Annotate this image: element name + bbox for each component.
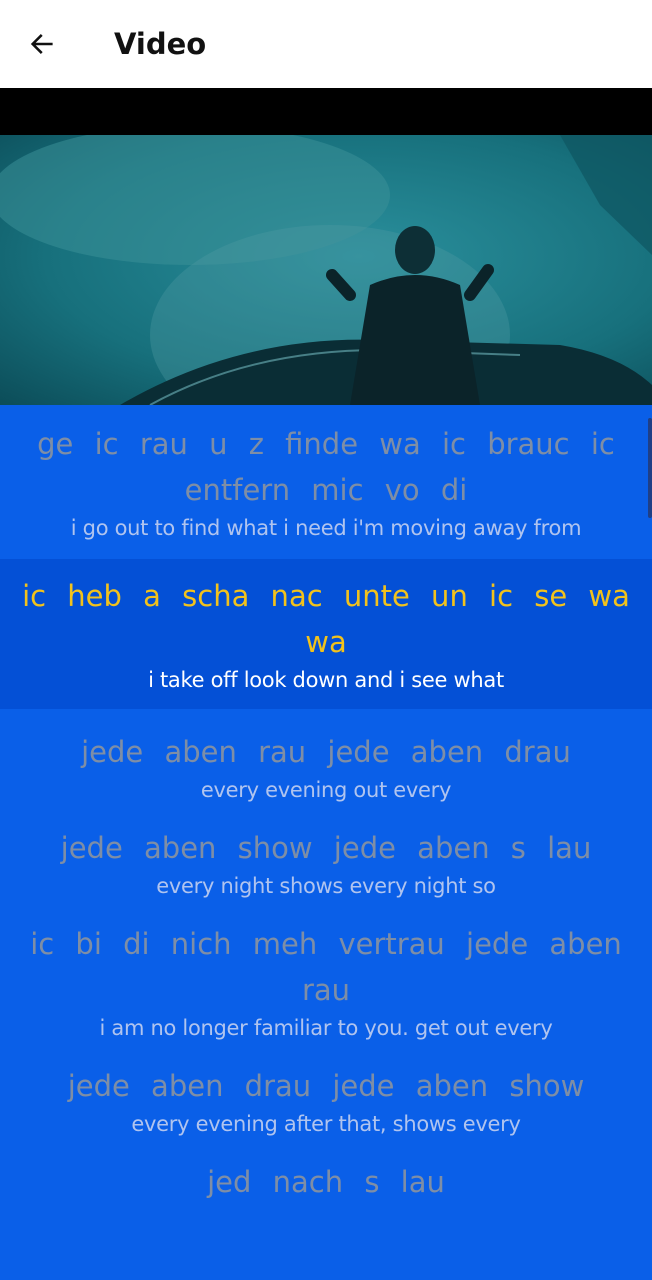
lyric-original: jede aben drau jede aben show xyxy=(67,1069,585,1103)
page-title: Video xyxy=(114,27,207,61)
lyric-original: ic bi di nich meh vertrau jede aben rau xyxy=(30,927,622,1007)
lyric-translation: every evening out every xyxy=(200,778,452,802)
video-letterbox xyxy=(0,88,652,135)
lyric-line[interactable]: ic bi di nich meh vertrau jede aben rau … xyxy=(0,901,652,1043)
lyric-line[interactable]: ge ic rau u z finde wa ic brauc ic entfe… xyxy=(0,405,652,559)
scrollbar-thumb[interactable] xyxy=(648,418,652,518)
lyric-line[interactable]: jede aben drau jede aben show every even… xyxy=(0,1043,652,1139)
video-frame-image xyxy=(0,135,652,405)
lyric-line[interactable]: jede aben rau jede aben drau every eveni… xyxy=(0,709,652,805)
lyric-line[interactable]: jede aben show jede aben s lau every nig… xyxy=(0,805,652,901)
lyric-translation: every evening after that, shows every xyxy=(131,1112,521,1136)
lyrics-list[interactable]: ge ic rau u z finde wa ic brauc ic entfe… xyxy=(0,405,652,1280)
lyric-original: jede aben rau jede aben drau xyxy=(81,735,571,769)
lyric-translation: every night shows every night so xyxy=(156,874,496,898)
lyric-original: jede aben show jede aben s lau xyxy=(60,831,592,865)
lyric-original: ge ic rau u z finde wa ic brauc ic entfe… xyxy=(37,427,615,507)
lyric-original: ic heb a scha nac unte un ic se wa wa xyxy=(22,579,630,659)
lyric-translation: i take off look down and i see what xyxy=(148,668,504,692)
video-player[interactable] xyxy=(0,135,652,405)
app-bar: Video xyxy=(0,0,652,88)
arrow-left-icon xyxy=(30,34,53,54)
lyric-line[interactable]: jed nach s lau xyxy=(0,1139,652,1205)
lyric-translation: i go out to find what i need i'm moving … xyxy=(70,516,582,540)
lyric-translation: i am no longer familiar to you. get out … xyxy=(99,1016,553,1040)
back-button[interactable] xyxy=(22,24,62,64)
lyric-original: jed nach s lau xyxy=(207,1165,445,1199)
lyric-line-active[interactable]: ic heb a scha nac unte un ic se wa wa i … xyxy=(0,559,652,709)
